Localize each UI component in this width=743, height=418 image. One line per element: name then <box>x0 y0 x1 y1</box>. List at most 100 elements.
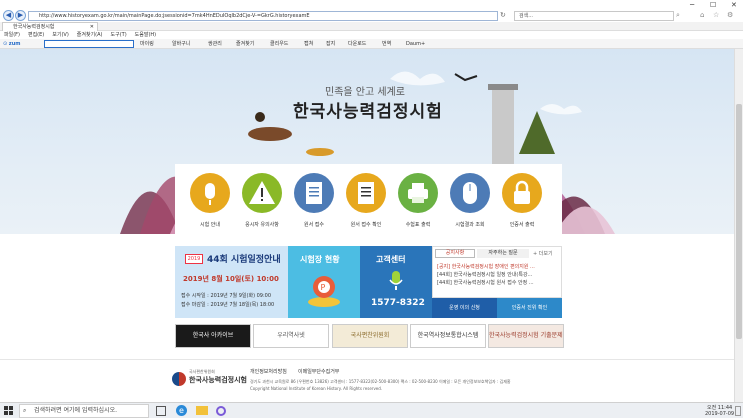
service-label: 원서 접수 <box>304 222 324 228</box>
menu-item[interactable]: 도움말(H) <box>135 32 156 38</box>
service-document[interactable]: 원서 접수 <box>290 173 338 228</box>
home-icon[interactable]: ⌂ <box>700 11 704 19</box>
refresh-icon[interactable]: ↻ <box>500 11 506 19</box>
toolbar-item[interactable]: 알바구니 <box>172 39 190 49</box>
service-label: 응시자 유의사항 <box>245 222 279 228</box>
zum-search-input[interactable] <box>44 40 134 48</box>
center-phone: 1577-8322 <box>371 298 425 308</box>
file-explorer-icon[interactable] <box>196 406 208 415</box>
tab-notice[interactable]: 공지사항 <box>435 249 475 258</box>
menu-bar: 파일(F) 편집(E) 보기(V) 즐겨찾기(A) 도구(T) 도움말(H) <box>0 31 743 39</box>
scrollbar-thumb[interactable] <box>736 104 742 339</box>
windows-taskbar: ⌕ 검색하려면 여기에 입력하십시오. e 오전 11:44 2019-07-0… <box>0 402 743 418</box>
search-icon[interactable]: ⌕ <box>676 11 680 20</box>
close-window-button[interactable]: ✕ <box>731 1 737 9</box>
back-button[interactable]: ◀ <box>3 10 14 21</box>
menu-item[interactable]: 편집(E) <box>28 32 44 38</box>
toolbar-item[interactable]: Daum+ <box>406 39 425 49</box>
notice-list: [공지] 한국사능력검정시험 장애인 편의지원 ... [44회] 한국사능력검정… <box>437 263 561 287</box>
email-policy-link[interactable]: 이메일무단수집거부 <box>298 368 339 375</box>
certificate-verify-button[interactable]: 인증서 진위 확인 <box>497 298 562 318</box>
service-label: 인증서 출력 <box>509 222 535 228</box>
search-placeholder: 검색... <box>519 13 533 19</box>
tab-row: 한국사능력검정시험 ✕ <box>0 22 743 31</box>
exam-hall-panel[interactable]: 시험장 현황 P <box>288 246 360 318</box>
mouse-icon <box>450 173 490 213</box>
toolbar-item[interactable]: 다운로드 <box>348 39 366 49</box>
toolbar-item[interactable]: 마이링 <box>140 39 154 49</box>
taskbar-search-icon: ⌕ <box>23 407 27 414</box>
banner-link[interactable]: 한국역사정보통합시스템 <box>410 324 486 348</box>
settings-gear-icon[interactable]: ⚙ <box>727 11 733 19</box>
banner-link[interactable]: 한국사 아카이브 <box>175 324 251 348</box>
taskbar-search-text: 검색하려면 여기에 입력하십시오. <box>34 407 118 414</box>
menu-item[interactable]: 파일(F) <box>4 32 20 38</box>
warning-icon <box>242 173 282 213</box>
clock-date: 2019-07-09 <box>705 411 735 417</box>
taskbar-search-input[interactable]: ⌕ 검색하려면 여기에 입력하십시오. <box>19 404 149 418</box>
toolbar-item[interactable]: 즐겨찾기 <box>236 39 254 49</box>
customer-center-panel[interactable]: 고객센터 1577-8322 <box>360 246 432 318</box>
menu-item[interactable]: 도구(T) <box>111 32 127 38</box>
task-view-icon[interactable] <box>156 406 166 416</box>
exam-open-date: 접수 시작일 : 2019년 7월 9일(화) 09:00 <box>181 293 272 299</box>
service-microphone[interactable]: 시험 안내 <box>186 173 234 228</box>
toolbar-item[interactable]: 번역 <box>382 39 391 49</box>
toolbar: ⊙ zum 마이링 알바구니 쌍관리 즐겨찾기 클리우드 캡쳐 잡지 다운로드 번역 Daum+ <box>0 39 743 49</box>
notice-item[interactable]: [공지] 한국사능력검정시험 장애인 편의지원 ... <box>437 263 561 271</box>
ie-browser-icon[interactable]: e <box>176 405 187 416</box>
page-scrollbar[interactable] <box>734 49 743 402</box>
banner-link[interactable]: 한국사능력검정시험 기출문제풀기 <box>488 324 564 348</box>
browser-search-input[interactable]: 검색... <box>514 11 674 21</box>
clock-time: 오전 11:44 <box>707 405 733 411</box>
windows-start-icon[interactable] <box>4 406 14 416</box>
toolbar-item[interactable]: 캡쳐 <box>304 39 313 49</box>
notice-item[interactable]: [44회] 한국사능력검정시험 원서 접수 안정 ... <box>437 279 561 287</box>
service-mouse[interactable]: 시험결과 조회 <box>446 173 494 228</box>
hall-title: 시험장 현황 <box>300 255 340 264</box>
maximize-button[interactable]: ☐ <box>710 1 716 9</box>
notice-item[interactable]: [44회] 한국사능력검정시험 일정 안내(특강... <box>437 271 561 279</box>
address-row: ◀ ▶ http://www.historyexam.go.kr/main/ma… <box>0 10 743 22</box>
service-label: 시험결과 조회 <box>455 222 485 228</box>
taegeuk-logo-icon <box>172 372 186 386</box>
footer-copyright: Copyright National Institute of Korean H… <box>250 386 383 391</box>
list-check-icon <box>346 173 386 213</box>
app-icon[interactable] <box>216 406 226 416</box>
url-input[interactable]: http://www.historyexam.go.kr/main/mainPa… <box>28 11 498 21</box>
privacy-link[interactable]: 개인정보처리방침 <box>250 368 287 375</box>
menu-item[interactable]: 보기(V) <box>52 32 69 38</box>
service-warning[interactable]: 응시자 유의사항 <box>238 173 286 228</box>
tab-faq[interactable]: 자주하는 질문 <box>477 249 529 258</box>
tab-historyexam[interactable]: 한국사능력검정시험 ✕ <box>2 22 98 31</box>
microphone-icon <box>389 271 403 290</box>
toolbar-item[interactable]: 쌍관리 <box>208 39 222 49</box>
service-list-check[interactable]: 원서 접수 확인 <box>342 173 390 228</box>
menu-item[interactable]: 즐겨찾기(A) <box>77 32 103 38</box>
favorites-star-icon[interactable]: ☆ <box>713 11 719 19</box>
service-lock[interactable]: 인증서 출력 <box>498 173 546 228</box>
notice-panel: 공지사항 자주하는 질문 + 더보기 [공지] 한국사능력검정시험 장애인 편의… <box>432 246 562 298</box>
url-text: http://www.historyexam.go.kr/main/mainPa… <box>39 13 310 19</box>
zum-logo[interactable]: ⊙ zum <box>3 39 20 49</box>
service-label: 시험 안내 <box>200 222 220 228</box>
exempt-request-button[interactable]: 운영 이의 신청 <box>432 298 497 318</box>
banner-link[interactable]: 국사편찬위원회 <box>332 324 408 348</box>
service-printer[interactable]: 수험표 출력 <box>394 173 442 228</box>
toolbar-item[interactable]: 잡지 <box>326 39 335 49</box>
printer-icon <box>398 173 438 213</box>
toolbar-item[interactable]: 클리우드 <box>270 39 288 49</box>
more-link[interactable]: + 더보기 <box>533 250 553 257</box>
exam-title: 44회 시험일정안내 <box>207 255 281 265</box>
banner-link[interactable]: 우리역사넷 <box>253 324 329 348</box>
exam-schedule-panel[interactable]: 2019 44회 시험일정안내 2019년 8월 10일(토) 10:00 접수… <box>175 246 288 318</box>
lock-icon <box>502 173 542 213</box>
footer-logo: 한국사능력검정시험 <box>189 376 247 384</box>
notification-icon[interactable] <box>735 406 741 416</box>
year-badge: 2019 <box>185 254 203 264</box>
tab-title: 한국사능력검정시험 <box>13 24 55 30</box>
tab-close-icon[interactable]: ✕ <box>90 23 94 31</box>
service-label: 원서 접수 확인 <box>350 222 382 228</box>
forward-button[interactable]: ▶ <box>15 10 26 21</box>
minimize-button[interactable]: ─ <box>690 1 694 9</box>
